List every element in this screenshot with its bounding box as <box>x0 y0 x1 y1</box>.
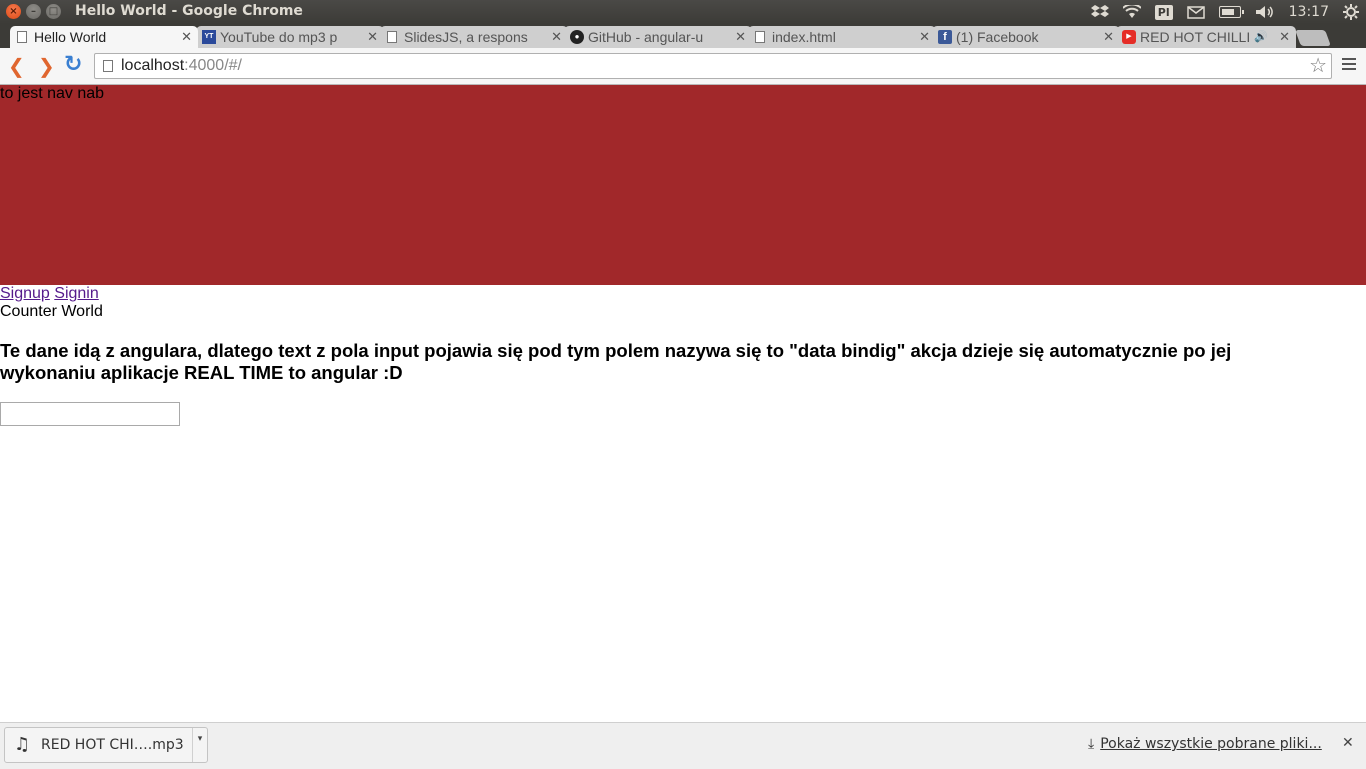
back-button[interactable]: ❮ <box>8 54 25 78</box>
show-all-label: Pokaż wszystkie pobrane pliki... <box>1100 736 1322 752</box>
browser-toolbar: ❮ ❯ ↻ localhost:4000/#/ ☆ <box>0 48 1366 85</box>
clock[interactable]: 13:17 <box>1289 4 1329 20</box>
download-filename: RED HOT CHI….mp3 <box>41 737 184 753</box>
tab-slidesjs[interactable]: SlidesJS, a respons ✕ <box>380 26 568 48</box>
wifi-icon[interactable] <box>1122 5 1141 19</box>
tab-label: index.html <box>772 29 836 45</box>
page-icon <box>17 31 27 43</box>
tab-close-icon[interactable]: ✕ <box>551 26 562 48</box>
tab-label: (1) Facebook <box>956 29 1039 45</box>
tab-index-html[interactable]: index.html ✕ <box>748 26 936 48</box>
signin-link[interactable]: Signin <box>54 285 98 302</box>
youtube-mp3-icon: YT <box>202 30 216 44</box>
audio-playing-icon: 🔊 <box>1254 31 1268 43</box>
signup-link[interactable]: Signup <box>0 285 50 302</box>
window-minimize-button[interactable]: – <box>26 4 41 19</box>
github-icon: ● <box>570 30 584 44</box>
tab-label: Hello World <box>34 29 107 45</box>
address-bar[interactable]: localhost:4000/#/ ☆ <box>94 53 1332 79</box>
tab-hello-world[interactable]: Hello World ✕ <box>10 26 198 48</box>
tab-close-icon[interactable]: ✕ <box>1103 26 1114 48</box>
tab-facebook[interactable]: f (1) Facebook ✕ <box>932 26 1120 48</box>
window-maximize-button[interactable]: □ <box>46 4 61 19</box>
bookmark-star-icon[interactable]: ☆ <box>1309 54 1327 78</box>
show-all-downloads-link[interactable]: ⤓ Pokaż wszystkie pobrane pliki... <box>1088 736 1322 752</box>
window-title: Hello World - Google Chrome <box>75 3 303 19</box>
new-tab-button[interactable] <box>1295 30 1331 46</box>
tab-close-icon[interactable]: ✕ <box>735 26 746 48</box>
page-icon <box>387 31 397 43</box>
auth-links: Signup Signin <box>0 285 1366 303</box>
youtube-icon: ▶ <box>1122 30 1136 44</box>
download-shelf: ♫ RED HOT CHI….mp3 ▾ ⤓ Pokaż wszystkie po… <box>0 722 1366 769</box>
tab-close-icon[interactable]: ✕ <box>181 26 192 48</box>
url-text[interactable]: localhost:4000/#/ <box>121 54 242 78</box>
close-icon[interactable]: ✕ <box>1342 735 1354 751</box>
tab-close-icon[interactable]: ✕ <box>1279 26 1290 48</box>
forward-button[interactable]: ❯ <box>38 54 55 78</box>
tab-github[interactable]: ● GitHub - angular-u ✕ <box>564 26 752 48</box>
battery-icon[interactable] <box>1218 6 1244 18</box>
headline: Te dane idą z angulara, dlatego text z p… <box>0 340 1232 383</box>
tab-close-icon[interactable]: ✕ <box>367 26 378 48</box>
system-tray: Pl 13:17 <box>1084 0 1366 24</box>
window-title-bar: × – □ Hello World - Google Chrome Pl 13:… <box>0 0 1366 24</box>
mail-icon[interactable] <box>1186 5 1205 19</box>
window-close-button[interactable]: × <box>6 4 21 19</box>
chevron-down-icon[interactable]: ▾ <box>192 728 207 762</box>
page-icon <box>103 60 113 72</box>
tab-label: GitHub - angular-u <box>588 29 704 45</box>
tab-close-icon[interactable]: ✕ <box>919 26 930 48</box>
page-icon <box>755 31 765 43</box>
binding-input[interactable] <box>0 402 180 426</box>
url-path: :4000/#/ <box>184 57 242 74</box>
tab-label: RED HOT CHILLI <box>1140 29 1251 45</box>
keyboard-layout-badge[interactable]: Pl <box>1154 4 1173 20</box>
tab-red-hot-chilli[interactable]: ▶ RED HOT CHILLI 🔊 ✕ <box>1116 26 1296 48</box>
download-item[interactable]: ♫ RED HOT CHI….mp3 ▾ <box>4 727 208 763</box>
tab-youtube-mp3[interactable]: YT YouTube do mp3 p ✕ <box>196 26 384 48</box>
url-host: localhost <box>121 57 185 74</box>
chrome-menu-icon[interactable] <box>1342 58 1356 73</box>
navbar-text: to jest nav nab <box>0 85 105 102</box>
settings-gear-icon[interactable] <box>1343 4 1359 20</box>
tab-label: YouTube do mp3 p <box>220 29 338 45</box>
counter-text: Counter World <box>0 303 103 320</box>
volume-icon[interactable] <box>1255 5 1275 19</box>
download-arrow-icon: ⤓ <box>1088 736 1095 752</box>
tab-strip: Hello World ✕ YT YouTube do mp3 p ✕ Slid… <box>0 24 1366 48</box>
music-note-icon: ♫ <box>14 734 31 755</box>
page-viewport: to jest nav nab Signup Signin Counter Wo… <box>0 85 1366 722</box>
facebook-icon: f <box>938 30 952 44</box>
reload-button[interactable]: ↻ <box>64 52 82 77</box>
navbar: to jest nav nab <box>0 85 1366 285</box>
dropbox-icon[interactable] <box>1090 4 1109 20</box>
tab-label: SlidesJS, a respons <box>404 29 528 45</box>
